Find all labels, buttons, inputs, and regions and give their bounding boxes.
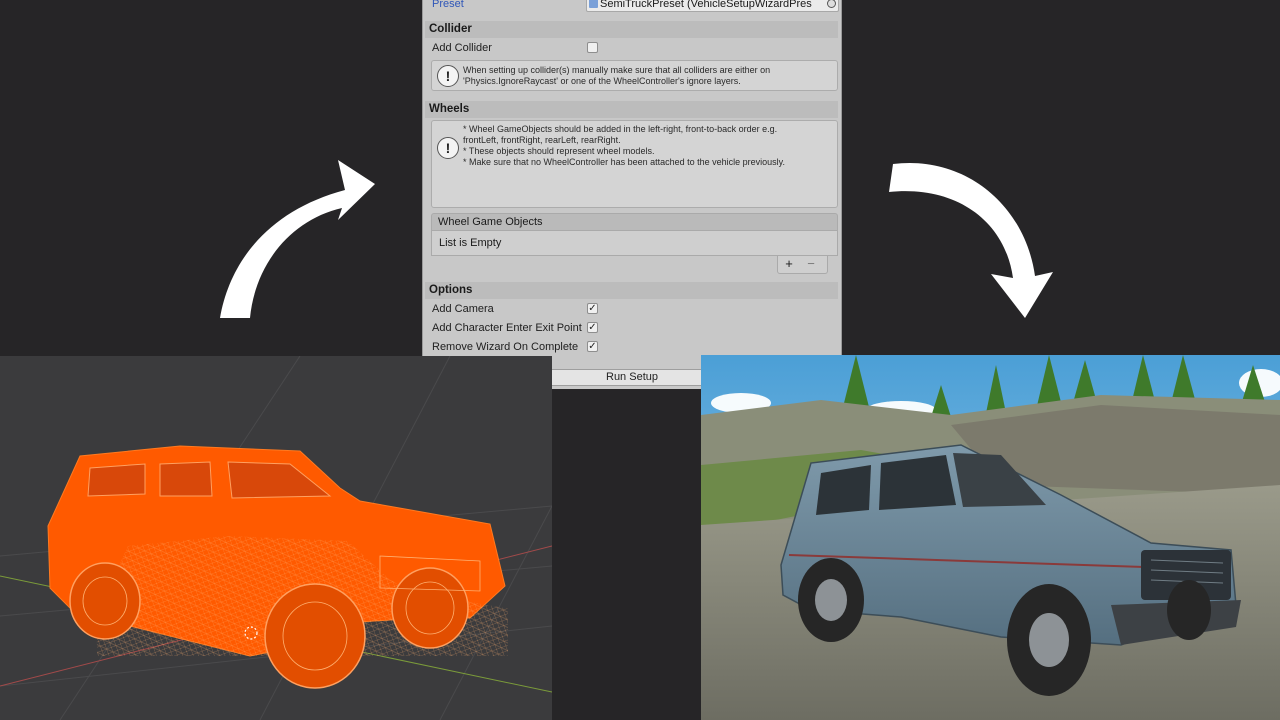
asset-icon xyxy=(589,0,598,8)
wheel-game-objects-list: List is Empty xyxy=(431,231,838,256)
collider-help-text: When setting up collider(s) manually mak… xyxy=(463,65,771,86)
preset-value: SemiTruckPreset (VehicleSetupWizardPres xyxy=(600,0,812,10)
preset-label: Preset xyxy=(432,0,464,10)
remove-wizard-checkbox[interactable]: ✓ xyxy=(587,341,598,352)
wheels-help-text: * Wheel GameObjects should be added in t… xyxy=(463,124,786,167)
wireframe-model-viewport xyxy=(0,356,552,720)
preset-object-field[interactable]: SemiTruckPreset (VehicleSetupWizardPres xyxy=(586,0,839,12)
wheel-game-objects-list-header[interactable]: Wheel Game Objects xyxy=(431,213,838,231)
remove-wizard-label: Remove Wizard On Complete xyxy=(432,341,579,353)
wireframe-vehicle-image xyxy=(0,356,552,720)
curved-arrow-right-icon xyxy=(889,162,1053,318)
remove-element-button[interactable]: − xyxy=(800,256,822,272)
preset-row: Preset SemiTruckPreset (VehicleSetupWiza… xyxy=(423,0,841,12)
object-picker-icon[interactable] xyxy=(827,0,836,8)
curved-arrow-left-icon xyxy=(220,160,375,318)
add-camera-checkbox[interactable]: ✓ xyxy=(587,303,598,314)
add-collider-label: Add Collider xyxy=(432,42,492,54)
vehicle-setup-wizard-panel: Preset SemiTruckPreset (VehicleSetupWiza… xyxy=(422,0,842,389)
warning-icon: ! xyxy=(437,65,459,87)
add-camera-label: Add Camera xyxy=(432,303,494,315)
options-section-header[interactable]: Options xyxy=(425,282,838,299)
list-footer: + − xyxy=(777,256,828,274)
warning-icon: ! xyxy=(437,137,459,159)
textured-vehicle-image xyxy=(701,355,1280,720)
add-element-button[interactable]: + xyxy=(778,256,800,272)
collider-helpbox: ! When setting up collider(s) manually m… xyxy=(431,60,838,91)
wheels-section-header[interactable]: Wheels xyxy=(425,101,838,118)
add-collider-checkbox[interactable] xyxy=(587,42,598,53)
add-character-label: Add Character Enter Exit Point xyxy=(432,322,582,334)
collider-section-header[interactable]: Collider xyxy=(425,21,838,38)
add-character-checkbox[interactable]: ✓ xyxy=(587,322,598,333)
in-game-vehicle-viewport xyxy=(701,355,1280,720)
wheels-helpbox: ! * Wheel GameObjects should be added in… xyxy=(431,120,838,208)
